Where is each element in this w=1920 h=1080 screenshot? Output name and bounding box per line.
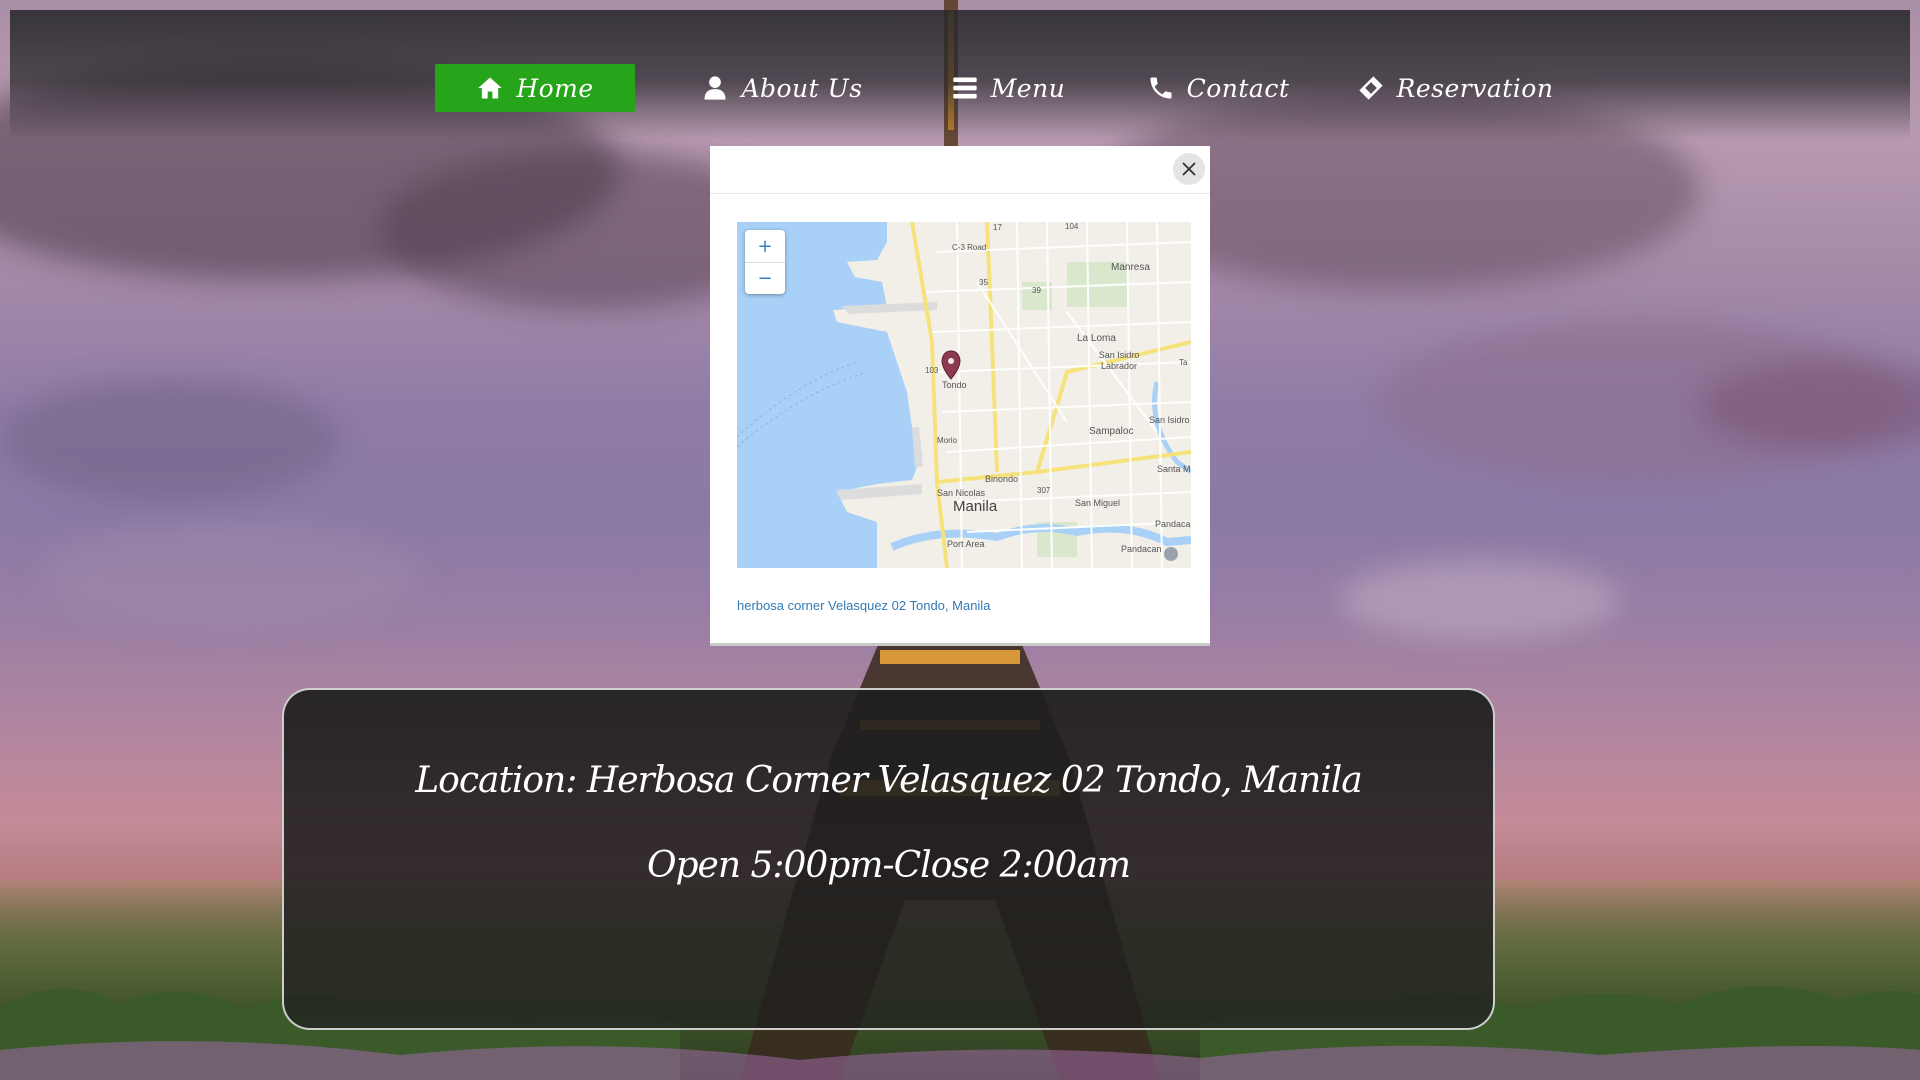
map-label: 35 (979, 278, 988, 287)
map-tiles (737, 222, 1191, 568)
nav-item-label: Home (516, 73, 594, 103)
nav-item-label: Contact (1186, 73, 1290, 103)
user-icon (704, 76, 726, 100)
close-button[interactable] (1173, 153, 1205, 185)
map-label: Ta (1179, 358, 1188, 367)
map-label: 104 (1065, 222, 1079, 231)
ticket-icon (1358, 76, 1383, 100)
map-label: La Loma (1077, 333, 1116, 344)
hours-text: Open 5:00pm-Close 2:00am (646, 845, 1131, 886)
menu-icon (953, 77, 977, 99)
modal-header (710, 146, 1210, 194)
map-label: Pandacan (1121, 544, 1162, 554)
map-label: 39 (1032, 286, 1041, 295)
map-label: Pandacar (1155, 519, 1191, 529)
map-label: Tondo (942, 380, 967, 390)
location-modal: 17 104 C-3 Road Manresa 35 39 La Loma Sa… (710, 146, 1210, 646)
map-label: Manila (953, 498, 998, 515)
map-label: Port Area (947, 539, 985, 549)
nav-item-label: Reservation (1396, 73, 1554, 103)
map-label: Santa M (1157, 464, 1191, 474)
map-label: 103 (925, 366, 939, 375)
phone-icon (1150, 77, 1172, 99)
map-view[interactable]: 17 104 C-3 Road Manresa 35 39 La Loma Sa… (737, 222, 1191, 568)
map-label: Sampaloc (1089, 426, 1134, 437)
nav-item-label: About Us (741, 73, 863, 103)
map-label: San Isidro (1149, 415, 1190, 425)
map-label: San Isidro Labrador (1098, 350, 1140, 371)
map-label: C-3 Road (952, 243, 987, 252)
zoom-out-button[interactable]: − (745, 262, 785, 294)
nav-item-about-us[interactable]: About Us (682, 64, 882, 112)
map-label: 307 (1037, 486, 1051, 495)
zoom-in-button[interactable]: + (745, 230, 785, 262)
home-icon (478, 77, 502, 99)
map-label: San Miguel (1075, 498, 1121, 508)
address-link[interactable]: herbosa corner Velasquez 02 Tondo, Manil… (737, 598, 990, 613)
nav-item-home[interactable]: Home (435, 64, 635, 112)
nav-item-reservation[interactable]: Reservation (1345, 64, 1565, 112)
nav-item-label: Menu (990, 73, 1066, 103)
map-label: Binondo (985, 474, 1019, 484)
map-label: Morio (937, 436, 958, 445)
map-label: 17 (993, 223, 1002, 232)
info-panel: Location: Herbosa Corner Velasquez 02 To… (282, 688, 1495, 1030)
nav-item-menu[interactable]: Menu (908, 64, 1108, 112)
info-badge-icon[interactable] (1164, 547, 1178, 561)
map-label: Manresa (1111, 262, 1150, 273)
map-zoom-control: + − (745, 230, 785, 294)
location-text: Location: Herbosa Corner Velasquez 02 To… (415, 760, 1363, 801)
nav-item-contact[interactable]: Contact (1118, 64, 1318, 112)
top-navbar: Home About Us Menu Contact Reservation (10, 10, 1910, 140)
map-label: San Nicolas (937, 488, 986, 498)
close-icon (1182, 162, 1196, 176)
